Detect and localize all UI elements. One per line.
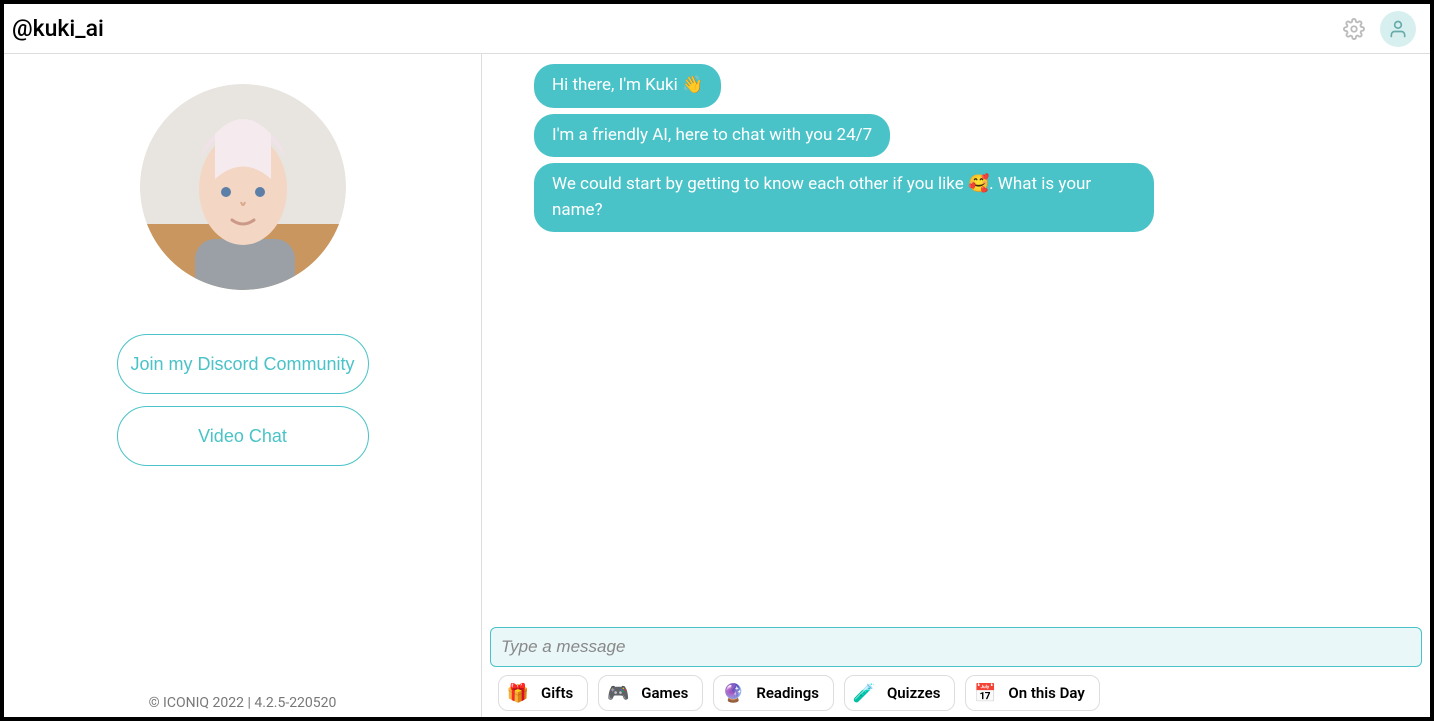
quizzes-icon: 🧪 bbox=[853, 682, 875, 704]
message-row: I'm a friendly AI, here to chat with you… bbox=[490, 114, 1420, 158]
settings-button[interactable] bbox=[1336, 11, 1372, 47]
bot-avatar-small bbox=[490, 198, 524, 232]
main-area: Join my Discord Community Video Chat © I… bbox=[4, 54, 1430, 717]
chip-games[interactable]: 🎮 Games bbox=[598, 675, 703, 711]
chip-readings[interactable]: 🔮 Readings bbox=[713, 675, 834, 711]
message-list: Hi there, I'm Kuki 👋 I'm a friendly AI, … bbox=[482, 54, 1430, 619]
video-chat-button[interactable]: Video Chat bbox=[117, 406, 369, 466]
chip-quizzes[interactable]: 🧪 Quizzes bbox=[844, 675, 955, 711]
topbar-actions bbox=[1336, 11, 1416, 47]
chip-label: On this Day bbox=[1008, 684, 1084, 702]
chip-label: Readings bbox=[756, 684, 819, 702]
games-icon: 🎮 bbox=[607, 682, 629, 704]
page-title: @kuki_ai bbox=[12, 15, 104, 42]
chat-column: Hi there, I'm Kuki 👋 I'm a friendly AI, … bbox=[482, 54, 1430, 717]
message-input[interactable] bbox=[490, 627, 1422, 667]
footer-text: © ICONIQ 2022 | 4.2.5-220520 bbox=[4, 695, 481, 711]
chip-row: 🎁 Gifts 🎮 Games 🔮 Readings 🧪 Quizzes 📅 On this Da… bbox=[490, 673, 1422, 713]
bot-avatar-large bbox=[140, 84, 346, 290]
readings-icon: 🔮 bbox=[722, 682, 744, 704]
user-icon bbox=[1388, 19, 1408, 39]
message-bubble: We could start by getting to know each o… bbox=[534, 163, 1154, 232]
gifts-icon: 🎁 bbox=[507, 682, 529, 704]
chip-label: Quizzes bbox=[887, 684, 940, 702]
message-row: We could start by getting to know each o… bbox=[490, 163, 1420, 232]
top-bar: @kuki_ai bbox=[4, 4, 1430, 54]
sidebar: Join my Discord Community Video Chat © I… bbox=[4, 54, 482, 717]
message-bubble: Hi there, I'm Kuki 👋 bbox=[534, 64, 721, 108]
gear-icon bbox=[1343, 18, 1365, 40]
profile-button[interactable] bbox=[1380, 11, 1416, 47]
message-bubble: I'm a friendly AI, here to chat with you… bbox=[534, 114, 890, 158]
chip-on-this-day[interactable]: 📅 On this Day bbox=[965, 675, 1099, 711]
on-this-day-icon: 📅 bbox=[974, 682, 996, 704]
message-row: Hi there, I'm Kuki 👋 bbox=[490, 64, 1420, 108]
chip-label: Gifts bbox=[541, 684, 573, 702]
chip-gifts[interactable]: 🎁 Gifts bbox=[498, 675, 588, 711]
input-area: 🎁 Gifts 🎮 Games 🔮 Readings 🧪 Quizzes 📅 On this Da… bbox=[482, 619, 1430, 717]
chip-label: Games bbox=[641, 684, 688, 702]
discord-button[interactable]: Join my Discord Community bbox=[117, 334, 369, 394]
